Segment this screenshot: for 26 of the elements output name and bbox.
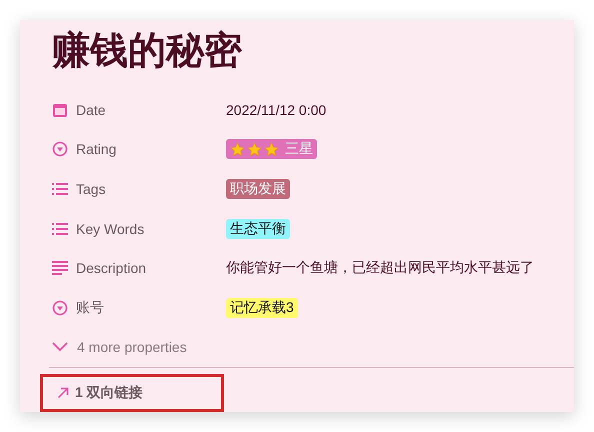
property-name: Tags xyxy=(76,181,106,198)
arrow-icon xyxy=(57,387,69,400)
page-title: 赚钱的秘密 xyxy=(52,27,242,74)
star-icon xyxy=(264,142,279,157)
tag: 职场发展 xyxy=(226,179,290,200)
more-properties-toggle[interactable]: 4 more properties xyxy=(52,328,187,368)
chevron-icon xyxy=(52,342,68,352)
list-icon xyxy=(52,182,68,196)
property-name: 账号 xyxy=(76,298,104,317)
property-name: Description xyxy=(76,260,146,276)
property-value: 2022/11/12 0:00 xyxy=(226,102,326,118)
star-icon xyxy=(230,142,245,157)
tag: 三星 xyxy=(226,139,317,160)
list-icon xyxy=(52,222,68,236)
dropdown-icon xyxy=(52,141,68,158)
tag: 生态平衡 xyxy=(226,218,290,239)
backlinks-link[interactable]: 1 双向链接 xyxy=(40,374,224,412)
dropdown-icon xyxy=(52,300,68,316)
property-name: Date xyxy=(76,102,106,118)
calendar-icon xyxy=(52,102,68,118)
star-icon xyxy=(247,142,262,157)
property-value: 你能管好一个鱼塘，已经超出网民平均水平甚远了 xyxy=(226,259,534,278)
tag: 记忆承载3 xyxy=(226,298,298,318)
text-lines-icon xyxy=(52,261,68,276)
property-name: Key Words xyxy=(76,220,144,237)
property-name: Rating xyxy=(76,141,116,158)
